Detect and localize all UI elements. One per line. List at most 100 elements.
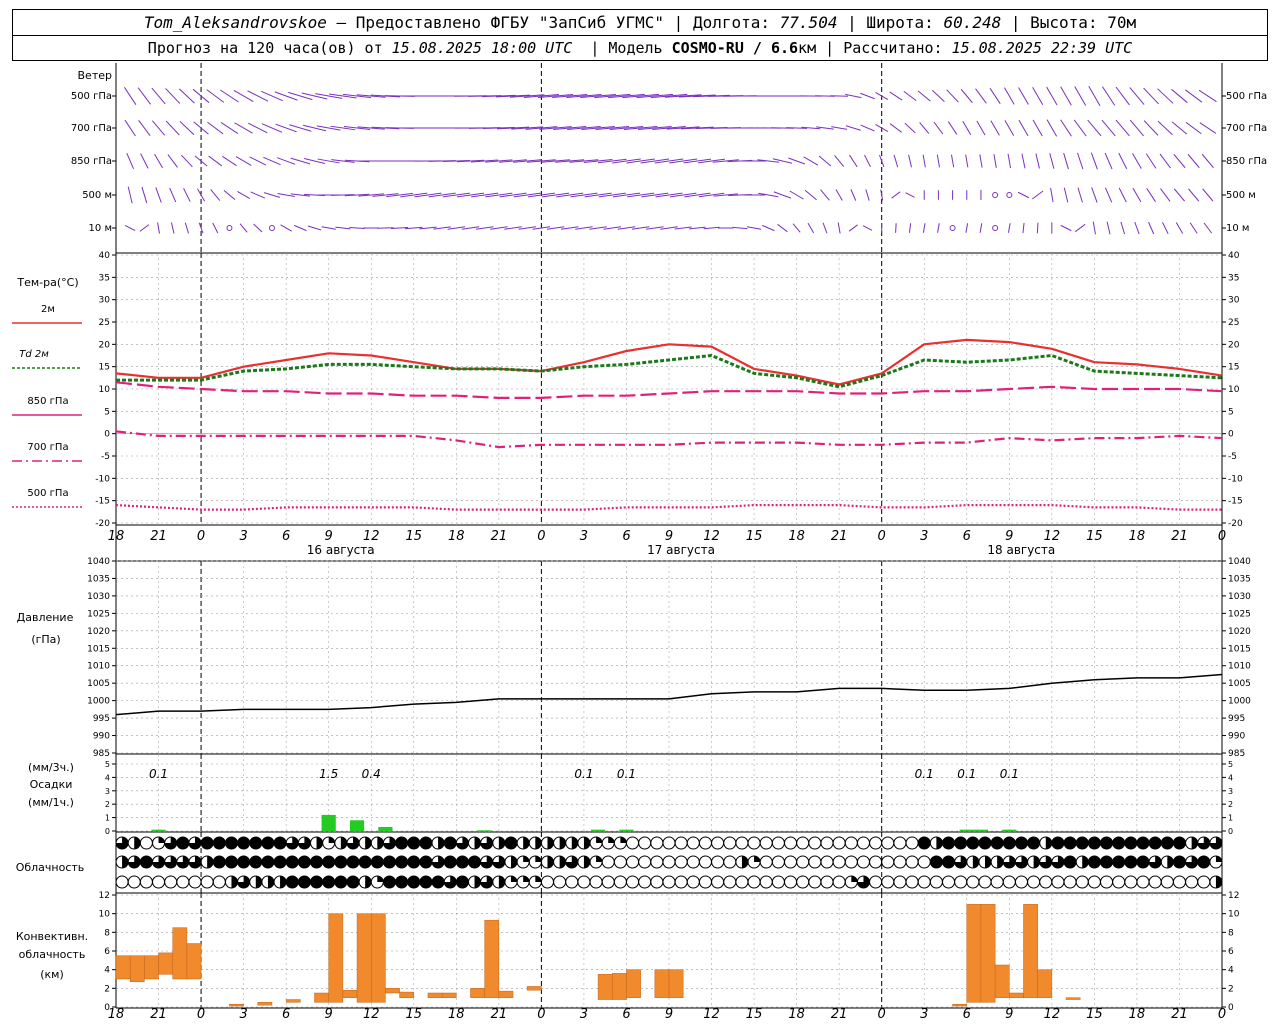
- cloud-symbol-0-11: [249, 836, 263, 850]
- wind-barb-3-52: [850, 189, 857, 201]
- cloud-symbol-1-78: [1063, 855, 1077, 869]
- cloud-symbol-2-1: [127, 875, 141, 889]
- cloud-symbol-2-11: [249, 875, 263, 889]
- time-label-top-8: 18: [448, 529, 465, 544]
- time-label-top-3: 3: [239, 529, 247, 544]
- ytick-label-right-pres-1010: 1010: [1228, 662, 1251, 672]
- wind-barb-1-59: [947, 121, 958, 135]
- wind-barb-0-5: [178, 88, 195, 104]
- time-label-bottom-7: 15: [405, 1007, 422, 1022]
- cloud-symbol-2-85: [1148, 875, 1162, 889]
- time-label-top-6: 12: [363, 529, 380, 544]
- wind-barb-3-50: [820, 189, 830, 201]
- cloud-symbol-0-31: [492, 836, 506, 850]
- cloud-symbol-2-67: [929, 875, 943, 889]
- wind-barb-1-58: [933, 121, 944, 135]
- conv-bar-7: [257, 1002, 273, 1006]
- time-label-bottom-20: 6: [963, 1007, 971, 1022]
- wind-barb-2-61: [979, 154, 983, 168]
- cloud-symbol-1-63: [881, 855, 895, 869]
- wind-barb-4-70: [1106, 221, 1111, 235]
- cloud-symbol-1-7: [200, 855, 214, 869]
- wind-barb-4-76: [1189, 222, 1198, 234]
- wind-level-right-1: 700 гПа: [1226, 123, 1267, 134]
- ytick-label-left-prec-3: 3: [105, 787, 110, 796]
- date-label-0: 16 августа: [307, 543, 375, 557]
- cloud-symbol-2-38: [577, 875, 591, 889]
- cloud-symbol-1-59: [832, 855, 846, 869]
- ytick-label-right-temp--10: -10: [1228, 474, 1243, 484]
- conv-title-1: Конвективн.: [16, 930, 88, 943]
- time-label-bottom-8: 18: [448, 1007, 465, 1022]
- wind-barb-3-38: [641, 192, 669, 198]
- cloud-symbol-0-50: [723, 836, 737, 850]
- time-label-top-4: 6: [282, 529, 290, 544]
- cloud-symbol-0-66: [917, 836, 931, 850]
- cloud-symbol-0-69: [954, 836, 968, 850]
- ytick-label-right-pres-990: 990: [1228, 732, 1245, 742]
- cloud-symbol-1-71: [978, 855, 992, 869]
- cloud-symbol-0-59: [832, 836, 846, 850]
- time-label-top-13: 9: [665, 529, 673, 544]
- cloud-symbol-1-1: [127, 855, 141, 869]
- ytick-label-right-pres-1030: 1030: [1228, 592, 1251, 602]
- cloud-symbol-2-78: [1063, 875, 1077, 889]
- cloud-symbol-1-2: [139, 855, 153, 869]
- cloud-symbol-1-70: [966, 855, 980, 869]
- conv-bar-2: [144, 955, 159, 980]
- time-label-bottom-1: 21: [150, 1007, 167, 1022]
- cloud-symbol-2-72: [990, 875, 1004, 889]
- wind-barb-3-21: [400, 192, 428, 198]
- wind-barb-0-60: [960, 88, 973, 104]
- wind-barb-2-50: [818, 155, 832, 167]
- cloud-symbol-0-24: [407, 836, 421, 850]
- cloud-symbol-2-9: [224, 875, 238, 889]
- cloud-symbol-1-12: [261, 855, 275, 869]
- wind-barb-3-37: [627, 192, 655, 198]
- cloud-symbol-1-22: [382, 855, 396, 869]
- cloud-symbol-0-90: [1209, 836, 1223, 850]
- wind-calm-4-8: [226, 225, 233, 231]
- wind-barb-0-69: [1088, 86, 1101, 106]
- conv-bar-24: [626, 969, 641, 998]
- wind-barb-3-73: [1146, 188, 1156, 202]
- time-label-bottom-22: 12: [1044, 1007, 1061, 1022]
- time-label-top-19: 3: [920, 529, 928, 544]
- wind-barb-4-17: [349, 227, 365, 229]
- conv-bar-31: [1009, 992, 1024, 998]
- wind-barb-3-3: [155, 187, 162, 203]
- cloud-symbol-0-34: [528, 836, 542, 850]
- wind-barb-1-71: [1115, 119, 1130, 137]
- wind-barb-0-7: [206, 89, 225, 103]
- wind-barb-1-2: [138, 120, 151, 136]
- ytick-label-left-prec-0: 0: [105, 827, 110, 836]
- wind-barb-0-71: [1115, 86, 1130, 106]
- precip-title: Осадки: [30, 778, 73, 791]
- cloud-symbol-0-45: [662, 836, 676, 850]
- cloud-symbol-2-5: [176, 875, 190, 889]
- ytick-label-left-pres-1010: 1010: [87, 662, 110, 672]
- ytick-label-right-temp-20: 20: [1228, 340, 1240, 350]
- wind-barb-2-59: [950, 154, 955, 168]
- wind-barb-0-58: [932, 89, 945, 103]
- wind-barb-0-75: [1171, 88, 1188, 104]
- wind-barb-0-15: [315, 93, 343, 99]
- wind-barb-3-29: [513, 192, 541, 198]
- cloud-symbol-2-69: [954, 875, 968, 889]
- cloud-symbol-0-64: [893, 836, 907, 850]
- conv-bar-23: [612, 973, 627, 1000]
- wind-barb-0-72: [1129, 87, 1145, 105]
- cloud-symbol-0-76: [1039, 836, 1053, 850]
- wind-barb-2-63: [1007, 153, 1012, 169]
- ytick-label-left-temp-5: 5: [104, 407, 110, 417]
- cloud-symbol-0-41: [613, 836, 627, 850]
- wind-level-left-0: 500 гПа: [71, 91, 112, 102]
- cloud-symbol-0-25: [419, 836, 433, 850]
- time-label-top-20: 6: [963, 529, 971, 544]
- wind-barb-3-2: [141, 186, 148, 204]
- wind-title: Ветер: [78, 69, 112, 82]
- ytick-label-left-pres-990: 990: [93, 732, 110, 742]
- time-label-top-14: 12: [703, 529, 720, 544]
- precip-bar-5: [591, 829, 606, 831]
- ytick-label-right-conv-2: 2: [1228, 984, 1234, 994]
